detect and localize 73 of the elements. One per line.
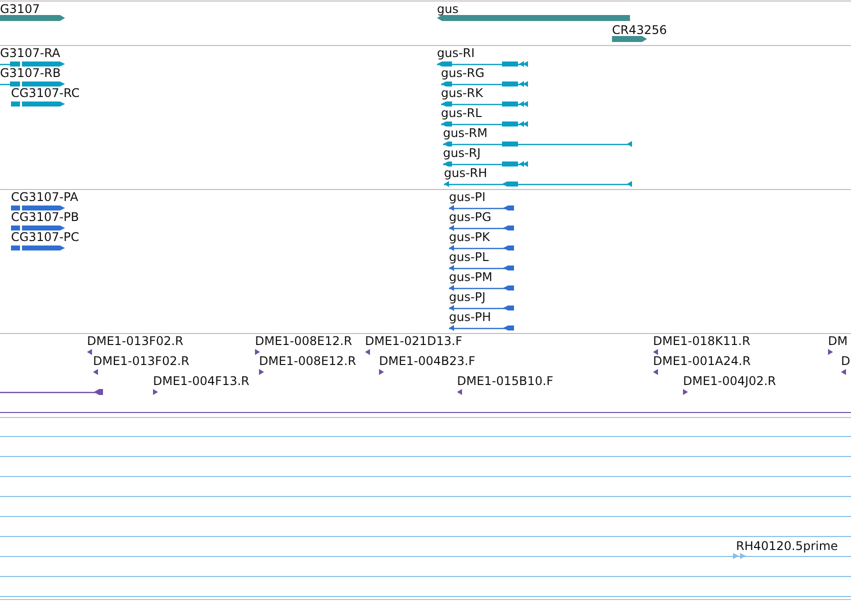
feature-glyph[interactable] xyxy=(379,369,384,375)
feature-label: CG3107-PA xyxy=(11,190,78,204)
feature-label: G3107-RA xyxy=(0,46,60,60)
feature-label: gus-RJ xyxy=(443,146,481,160)
feature-label: DME1-004F13.R xyxy=(153,374,250,388)
feature-label: gus-PJ xyxy=(449,290,486,304)
feature-label: gus-PL xyxy=(449,250,489,264)
feature-label: gus-PI xyxy=(449,190,486,204)
feature-glyph[interactable] xyxy=(437,61,528,67)
feature-glyph[interactable] xyxy=(443,161,528,167)
feature-label: DME1-001A24.R xyxy=(653,354,751,368)
feature-label: gus-RM xyxy=(443,126,488,140)
feature-glyph[interactable] xyxy=(11,102,65,106)
feature-label: gus-RL xyxy=(441,106,482,120)
feature-label: D xyxy=(841,354,850,368)
feature-glyph[interactable] xyxy=(11,226,65,230)
feature-label: DME1-018K11.R xyxy=(653,334,750,348)
feature-glyph[interactable] xyxy=(365,349,370,355)
feature-label: gus-PK xyxy=(449,230,490,244)
feature-glyph[interactable] xyxy=(0,389,103,395)
feature-glyph[interactable] xyxy=(449,305,514,311)
feature-glyph[interactable] xyxy=(612,36,647,42)
feature-label: DME1-004B23.F xyxy=(379,354,476,368)
feature-label: gus-PM xyxy=(449,270,492,284)
feature-glyph[interactable] xyxy=(11,246,65,250)
feature-label: RH40120.5prime xyxy=(736,539,838,553)
feature-glyph[interactable] xyxy=(441,81,528,87)
feature-label: DME1-013F02.R xyxy=(93,354,190,368)
feature-label: DM xyxy=(828,334,848,348)
feature-label: gus-RH xyxy=(444,166,488,180)
feature-glyph[interactable] xyxy=(444,181,632,187)
feature-label: CR43256 xyxy=(612,23,667,37)
feature-glyph[interactable] xyxy=(449,225,514,231)
feature-label: DME1-021D13.F xyxy=(365,334,462,348)
feature-glyph[interactable] xyxy=(683,389,688,395)
feature-label: gus-RI xyxy=(437,46,475,60)
feature-glyph[interactable] xyxy=(0,62,65,66)
feature-label: DME1-008E12.R xyxy=(255,334,352,348)
feature-glyph[interactable] xyxy=(443,141,632,147)
feature-label: gus-RK xyxy=(441,86,484,100)
feature-glyph[interactable] xyxy=(449,265,514,271)
feature-label: G3107-RB xyxy=(0,66,61,80)
feature-glyph[interactable] xyxy=(841,369,846,375)
feature-label: gus-RG xyxy=(441,66,484,80)
feature-glyph[interactable] xyxy=(87,349,92,355)
feature-label: DME1-008E12.R xyxy=(259,354,356,368)
feature-glyph[interactable] xyxy=(653,369,658,375)
feature-label: CG3107-PC xyxy=(11,230,80,244)
feature-label: CG3107-RC xyxy=(11,86,80,100)
feature-glyph[interactable] xyxy=(449,205,514,211)
feature-label: DME1-013F02.R xyxy=(87,334,184,348)
feature-label: G3107 xyxy=(0,2,40,16)
feature-glyph[interactable] xyxy=(449,325,514,331)
feature-glyph[interactable] xyxy=(259,369,264,375)
feature-glyph[interactable] xyxy=(255,349,260,355)
feature-glyph[interactable] xyxy=(449,245,514,251)
feature-glyph[interactable] xyxy=(828,349,833,355)
feature-glyph[interactable] xyxy=(449,285,514,291)
feature-label: gus-PG xyxy=(449,210,492,224)
feature-glyph[interactable] xyxy=(441,101,528,107)
feature-glyph[interactable] xyxy=(441,121,528,127)
feature-glyph[interactable] xyxy=(0,15,65,21)
feature-glyph[interactable] xyxy=(653,349,658,355)
feature-label: gus-PH xyxy=(449,310,492,324)
feature-glyph[interactable] xyxy=(11,206,65,210)
feature-glyph[interactable] xyxy=(457,389,462,395)
feature-glyph[interactable] xyxy=(153,389,158,395)
feature-glyph[interactable] xyxy=(0,82,65,86)
feature-label: DME1-004J02.R xyxy=(683,374,776,388)
feature-label: CG3107-PB xyxy=(11,210,80,224)
feature-label: gus xyxy=(437,2,458,16)
feature-glyph[interactable] xyxy=(93,369,98,375)
feature-label: DME1-015B10.F xyxy=(457,374,554,388)
